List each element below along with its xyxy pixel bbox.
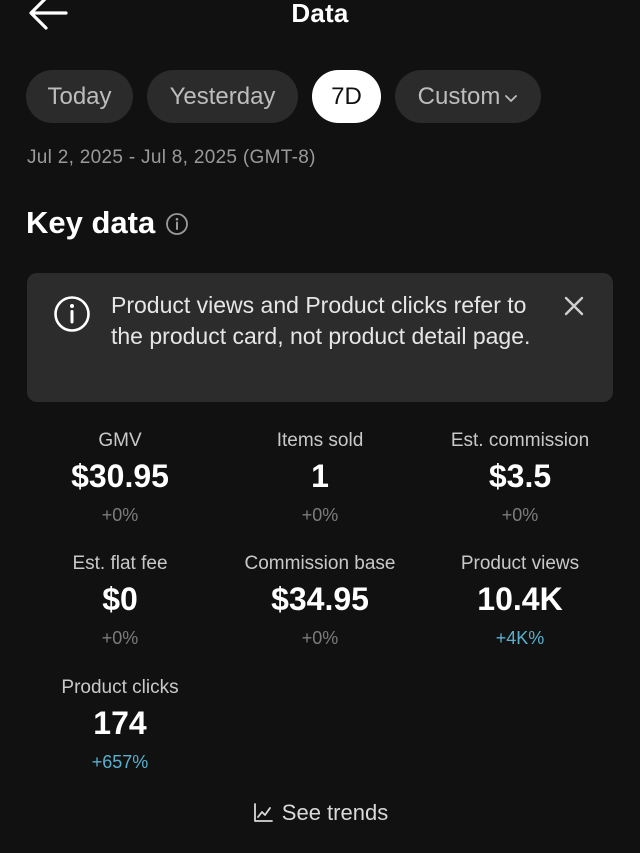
metric-value: 10.4K	[477, 581, 563, 617]
info-notice: Product views and Product clicks refer t…	[27, 273, 613, 402]
key-data-title: Key data	[26, 205, 156, 240]
metric-product-views: Product views 10.4K +4K%	[420, 553, 620, 649]
info-circle-icon	[54, 296, 90, 332]
date-range-tabs: Today Yesterday 7D Custom	[26, 70, 541, 123]
tab-today[interactable]: Today	[26, 70, 133, 123]
metric-value: $30.95	[71, 458, 169, 494]
metric-commission-base: Commission base $34.95 +0%	[220, 553, 420, 649]
tab-yesterday[interactable]: Yesterday	[147, 70, 298, 123]
chevron-down-icon	[505, 94, 518, 102]
metric-value: 1	[311, 458, 329, 494]
metric-label: Est. commission	[450, 430, 590, 451]
metric-product-clicks: Product clicks 174 +657%	[20, 677, 220, 773]
metric-change: +0%	[301, 628, 339, 648]
see-trends-label: See trends	[281, 800, 389, 825]
tab-custom-label: Custom	[417, 82, 501, 110]
metric-label: Est. flat fee	[72, 553, 168, 574]
close-icon[interactable]	[561, 293, 587, 319]
header: Data	[0, 0, 640, 30]
tab-custom[interactable]: Custom	[395, 70, 541, 123]
metric-label: GMV	[98, 430, 142, 451]
key-data-heading: Key data	[26, 205, 189, 241]
line-chart-icon	[253, 803, 273, 822]
metric-label: Product views	[460, 553, 580, 574]
metric-change: +0%	[301, 505, 339, 525]
metric-est-flat-fee: Est. flat fee $0 +0%	[20, 553, 220, 649]
metric-change: +657%	[91, 752, 149, 772]
metric-label: Items sold	[276, 430, 364, 451]
metric-items-sold: Items sold 1 +0%	[220, 430, 420, 526]
metric-gmv: GMV $30.95 +0%	[20, 430, 220, 526]
metric-est-commission: Est. commission $3.5 +0%	[420, 430, 620, 526]
see-trends-button[interactable]: See trends	[0, 800, 640, 826]
metric-value: $0	[102, 581, 138, 617]
page-title: Data	[291, 0, 349, 28]
metric-change: +4K%	[495, 628, 545, 648]
metric-change: +0%	[101, 628, 139, 648]
metric-value: $3.5	[488, 458, 552, 494]
metric-change: +0%	[101, 505, 139, 525]
metric-value: 174	[93, 705, 147, 741]
metric-label: Product clicks	[61, 677, 179, 698]
data-page: Data Today Yesterday 7D Custom Jul 2, 20…	[0, 0, 640, 853]
tab-7d[interactable]: 7D	[312, 70, 381, 123]
notice-text: Product views and Product clicks refer t…	[111, 292, 531, 349]
metric-value: $34.95	[271, 581, 369, 617]
metric-change: +0%	[501, 505, 539, 525]
metric-label: Commission base	[244, 553, 396, 574]
date-range-text: Jul 2, 2025 - Jul 8, 2025 (GMT-8)	[27, 147, 316, 168]
info-circle-icon[interactable]	[165, 212, 189, 236]
